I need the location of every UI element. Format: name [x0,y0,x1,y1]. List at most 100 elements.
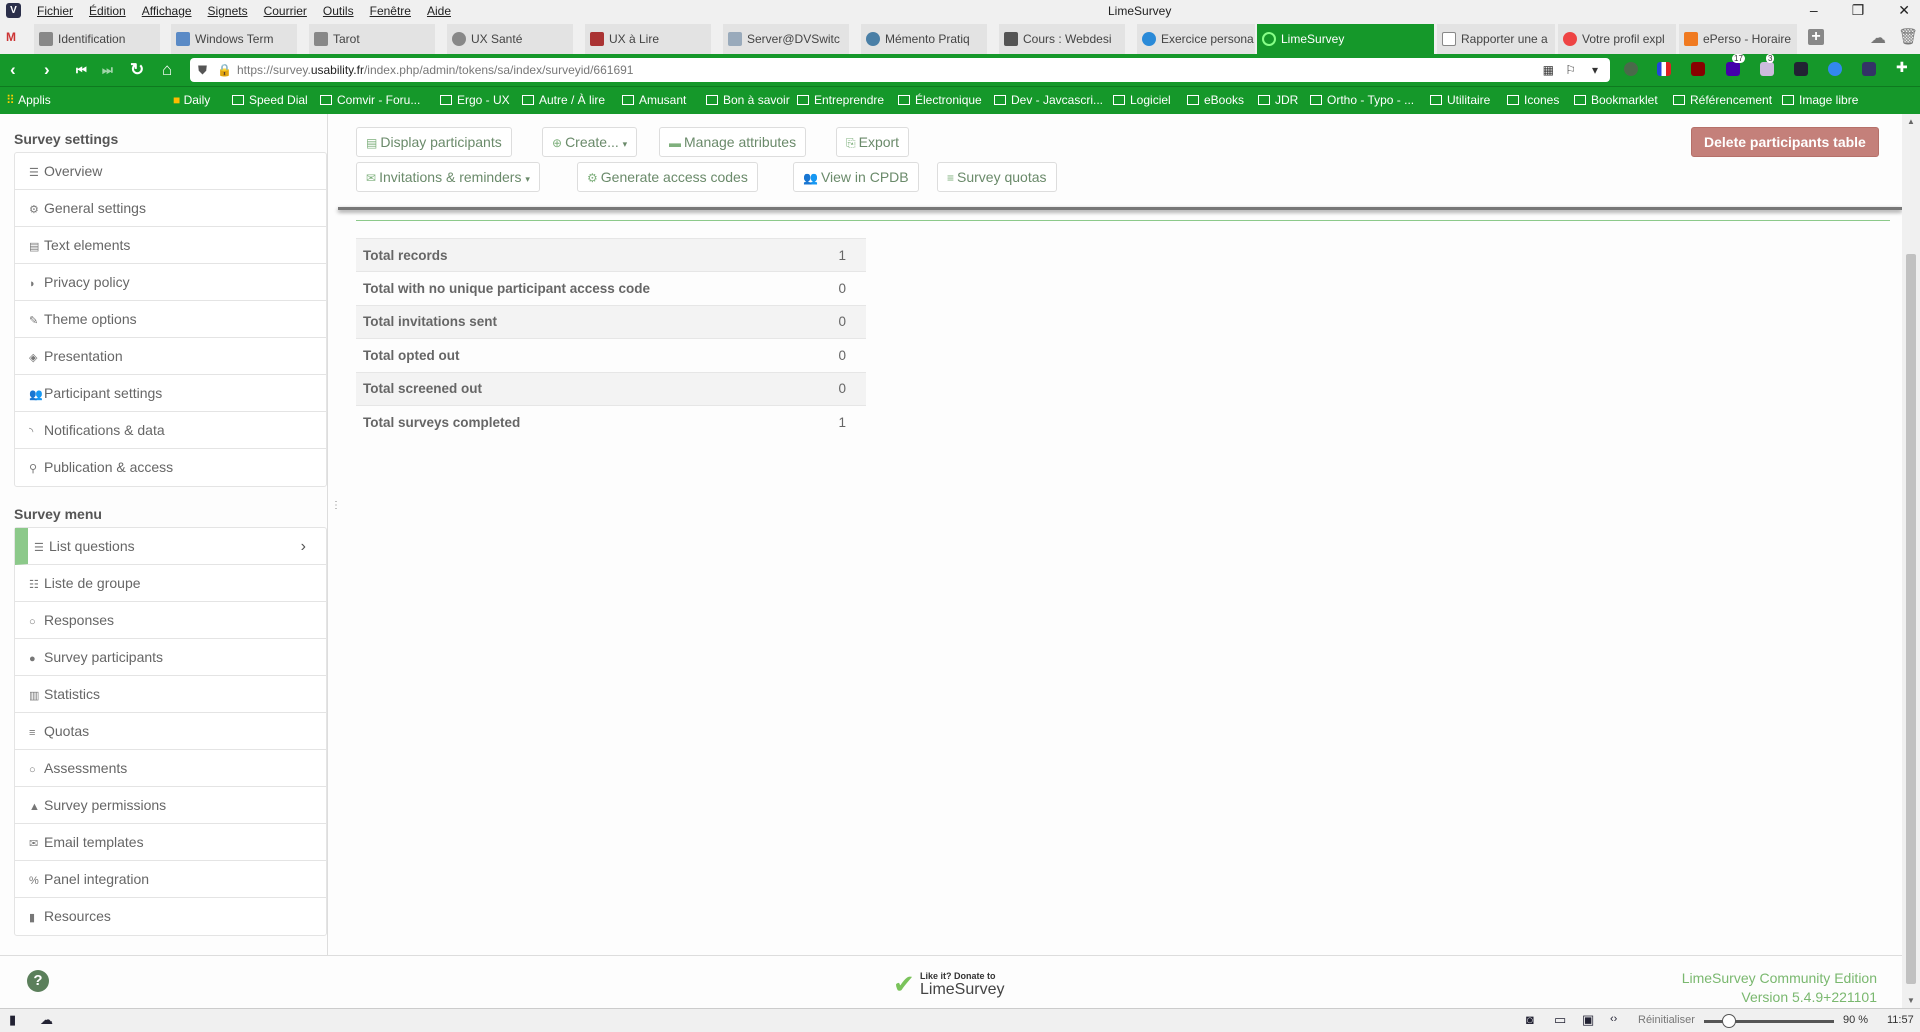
zoom-reset-button[interactable]: Réinitialiser [1638,1014,1695,1026]
sidebar-item-notifications-data[interactable]: ◝ Notifications & data [15,412,326,449]
sidebar-item-survey-participants[interactable]: ● Survey participants [15,639,326,676]
fast-forward-button[interactable]: ⏭ [102,63,113,78]
sidebar-item-privacy-policy[interactable]: ◗ Privacy policy [15,264,326,301]
tab[interactable]: Tarot [309,24,435,54]
puzzle-icon[interactable]: ✚ [1896,59,1910,75]
invitations-reminders-dropdown-button[interactable]: ✉ Invitations & reminders ▾ [356,162,540,192]
sidebar-item-email-templates[interactable]: ✉ Email templates [15,824,326,861]
edition-name[interactable]: LimeSurvey Community Edition [1682,969,1877,988]
scroll-up-icon[interactable]: ▲ [1907,117,1915,126]
menu-outils[interactable]: Outils [323,4,354,18]
og-extension-icon[interactable] [1862,62,1876,76]
bookmark[interactable]: Icones [1507,87,1559,114]
bookmark[interactable]: Bon à savoir [706,87,790,114]
sidebar-item-survey-permissions[interactable]: ▲ Survey permissions [15,787,326,824]
help-icon[interactable]: ? [27,970,49,992]
language-flag-icon[interactable] [1657,62,1671,76]
menu-affichage[interactable]: Affichage [142,4,192,18]
delete-participants-table-button[interactable]: Delete participants table [1691,127,1879,157]
tab[interactable]: Cours : Webdesi [999,24,1125,54]
new-tab-button[interactable]: + [1808,29,1824,45]
export-button[interactable]: ⎘ Export [836,127,910,157]
manage-attributes-button[interactable]: ▬ Manage attributes [659,127,807,157]
bookmark[interactable]: Bookmarklet [1574,87,1658,114]
arc-extension-icon[interactable] [1794,62,1808,76]
tile-icon[interactable]: ▭ [1554,1012,1566,1028]
page-scrollbar[interactable]: ▲ ▼ [1902,114,1920,1008]
tab[interactable]: Exercice persona [1137,24,1255,54]
scrollbar-thumb[interactable] [1906,254,1916,984]
bookmark[interactable]: Utilitaire [1430,87,1490,114]
sidebar-item-participant-settings[interactable]: 👥Participant settings [15,375,326,412]
scroll-down-icon[interactable]: ▼ [1907,996,1915,1005]
sidebar-item-general-settings[interactable]: ⚙ General settings [15,190,326,227]
apps-bookmark[interactable]: ⠿ Applis [6,87,51,114]
menu-courrier[interactable]: Courrier [264,4,307,18]
sidebar-item-publication-access[interactable]: ⚲ Publication & access [15,449,326,486]
cloud-sync-icon[interactable]: ☁ [40,1012,53,1028]
bookmark[interactable]: Ortho - Typo - ... [1310,87,1414,114]
tab[interactable]: Mémento Pratiq [861,24,987,54]
notification-extension-icon[interactable]: 3 [1760,54,1775,76]
extension-icon[interactable] [1624,62,1638,76]
bookmark[interactable]: Électronique [898,87,982,114]
dropdown-icon[interactable]: ▾ [1592,58,1598,82]
qr-code-icon[interactable]: ▦ [1543,58,1554,82]
donate-limesurvey-link[interactable]: ✔ Like it? Donate to LimeSurvey [893,968,1013,1000]
bookmark[interactable]: Autre / À lire [522,87,605,114]
zoom-slider-knob[interactable] [1722,1014,1736,1028]
mail-icon[interactable]: M [6,30,16,44]
bookmark[interactable]: Amusant [622,87,686,114]
sidebar-item-presentation[interactable]: ◈ Presentation [15,338,326,375]
bookmark[interactable]: Image libre [1782,87,1858,114]
cloud-icon[interactable]: ☁ [1870,28,1886,48]
generate-access-codes-button[interactable]: ⚙ Generate access codes [577,162,758,192]
sidebar-item-liste-de-groupe[interactable]: ☷ Liste de groupe [15,565,326,602]
url-input[interactable]: ⛊ 🔒 https://survey.usability.fr/index.ph… [190,58,1610,82]
bookmark[interactable]: Logiciel [1113,87,1171,114]
bookmark[interactable]: Dev - Javcascri... [994,87,1103,114]
extension-badge-icon[interactable]: 17 [1726,54,1745,76]
reload-button[interactable]: ↻ [130,60,144,80]
menu-fichier[interactable]: Fichier [37,4,73,18]
create-dropdown-button[interactable]: ⊕ Create... ▾ [542,127,638,157]
tab[interactable]: UX à Lire [585,24,711,54]
bookmark[interactable]: JDR [1258,87,1298,114]
view-in-cpdb-button[interactable]: 👥 View in CPDB [793,162,919,192]
sidebar-item-theme-options[interactable]: ✎ Theme options [15,301,326,338]
panel-toggle-icon[interactable]: ▮ [9,1012,16,1028]
image-icon[interactable]: ▣ [1582,1012,1594,1028]
bookmark-icon[interactable]: ⚐ [1565,58,1576,82]
tab-active[interactable]: LimeSurvey [1257,24,1434,54]
rewind-button[interactable]: ⏮ [76,63,87,78]
zoom-slider[interactable] [1704,1014,1834,1028]
back-button[interactable]: ‹ [10,60,16,80]
ublock-icon[interactable] [1691,62,1705,76]
tab[interactable]: Votre profil expl [1558,24,1676,54]
chevron-right-icon[interactable]: › [301,528,306,565]
restore-button[interactable]: ❐ [1852,2,1865,19]
menu-signets[interactable]: Signets [208,4,248,18]
menu-aide[interactable]: Aide [427,4,451,18]
menu-fenetre[interactable]: Fenêtre [370,4,411,18]
sidebar-item-overview[interactable]: ☰ Overview [15,153,326,190]
menu-edition[interactable]: Édition [89,4,126,18]
sidebar-item-quotas[interactable]: ≡ Quotas [15,713,326,750]
sidebar-item-responses[interactable]: ○ Responses [15,602,326,639]
screenshot-icon[interactable]: ◙ [1526,1012,1534,1027]
bookmark[interactable]: eBooks [1187,87,1244,114]
close-button[interactable]: ✕ [1898,2,1910,19]
forward-button[interactable]: › [44,60,50,80]
code-icon[interactable]: ‹› [1610,1013,1617,1025]
bookmark[interactable]: Speed Dial [232,87,308,114]
bookmark[interactable]: Comvir - Foru... [320,87,420,114]
check-extension-icon[interactable] [1828,62,1842,76]
sidebar-item-statistics[interactable]: ▥ Statistics [15,676,326,713]
bookmark[interactable]: Référencement [1673,87,1772,114]
bookmark[interactable]: ■ Daily [173,87,210,114]
home-button[interactable]: ⌂ [162,60,172,80]
sidebar-item-resources[interactable]: ▮ Resources [15,898,326,935]
tab[interactable]: Identification [34,24,160,54]
bookmark[interactable]: Entreprendre [797,87,884,114]
tab[interactable]: UX Santé [447,24,573,54]
